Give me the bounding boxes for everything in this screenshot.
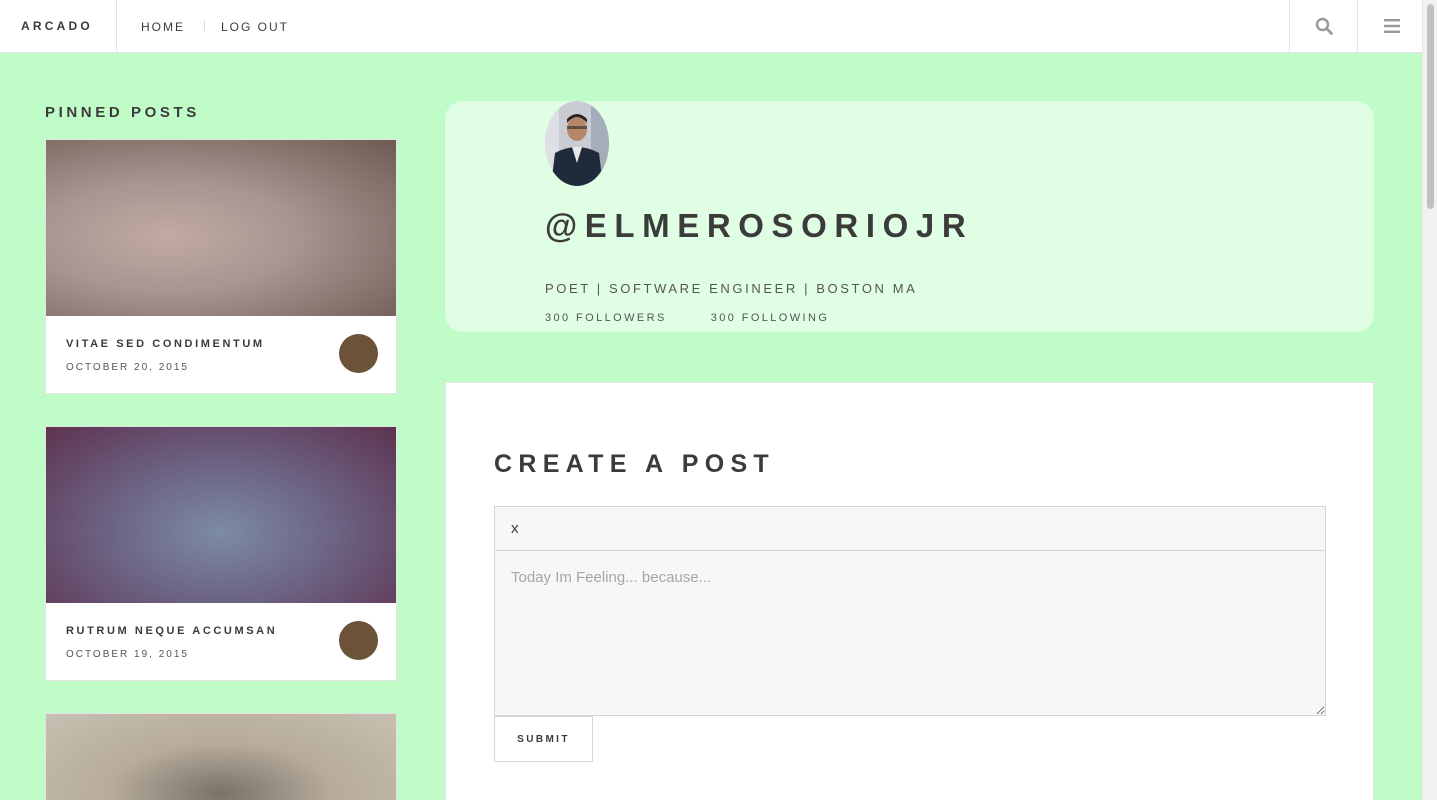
create-post-card: CREATE A POST SUBMIT — [445, 382, 1374, 800]
nav-logout-link[interactable]: LOG OUT — [221, 18, 289, 34]
submit-button[interactable]: SUBMIT — [494, 716, 593, 762]
pinned-post-card[interactable]: VITAE SED CONDIMENTUM OCTOBER 20, 2015 — [45, 139, 397, 394]
profile-stats: 300 FOLLOWERS 300 FOLLOWING — [545, 312, 829, 324]
post-date: OCTOBER 20, 2015 — [66, 362, 189, 373]
search-icon — [1315, 17, 1333, 35]
nav-links: HOME LOG OUT — [141, 0, 289, 52]
page-scrollbar[interactable] — [1422, 0, 1437, 800]
author-avatar[interactable] — [339, 621, 378, 660]
hamburger-menu-icon — [1383, 19, 1400, 33]
post-body-textarea[interactable] — [494, 550, 1326, 716]
create-post-heading: CREATE A POST — [494, 450, 775, 478]
pinned-posts-heading: PINNED POSTS — [45, 104, 200, 121]
site-logo[interactable]: ARCADO — [0, 0, 117, 52]
following-count[interactable]: 300 FOLLOWING — [711, 312, 830, 324]
post-title[interactable]: VITAE SED CONDIMENTUM — [66, 338, 265, 350]
post-thumbnail[interactable] — [46, 427, 396, 603]
menu-button[interactable] — [1357, 0, 1425, 52]
nav-home-link[interactable]: HOME — [141, 18, 185, 34]
post-info: VITAE SED CONDIMENTUM OCTOBER 20, 2015 — [46, 316, 396, 393]
profile-bio: POET | SOFTWARE ENGINEER | BOSTON MA — [545, 281, 918, 296]
post-info: RUTRUM NEQUE ACCUMSAN OCTOBER 19, 2015 — [46, 603, 396, 680]
post-title[interactable]: RUTRUM NEQUE ACCUMSAN — [66, 625, 277, 637]
author-avatar[interactable] — [339, 334, 378, 373]
post-title-input[interactable] — [494, 506, 1326, 551]
top-navbar: ARCADO HOME LOG OUT — [0, 0, 1422, 53]
post-thumbnail[interactable] — [46, 714, 396, 800]
followers-count[interactable]: 300 FOLLOWERS — [545, 312, 667, 324]
scrollbar-thumb[interactable] — [1427, 4, 1434, 209]
post-thumbnail[interactable] — [46, 140, 396, 316]
profile-avatar[interactable] — [545, 101, 609, 186]
profile-handle: @ELMEROSORIOJR — [545, 207, 974, 244]
nav-divider — [204, 21, 205, 31]
pinned-post-card[interactable]: RUTRUM NEQUE ACCUMSAN OCTOBER 19, 2015 — [45, 426, 397, 681]
pinned-post-card[interactable] — [45, 713, 397, 800]
search-button[interactable] — [1289, 0, 1357, 52]
post-date: OCTOBER 19, 2015 — [66, 649, 189, 660]
profile-card: @ELMEROSORIOJR POET | SOFTWARE ENGINEER … — [445, 101, 1374, 332]
